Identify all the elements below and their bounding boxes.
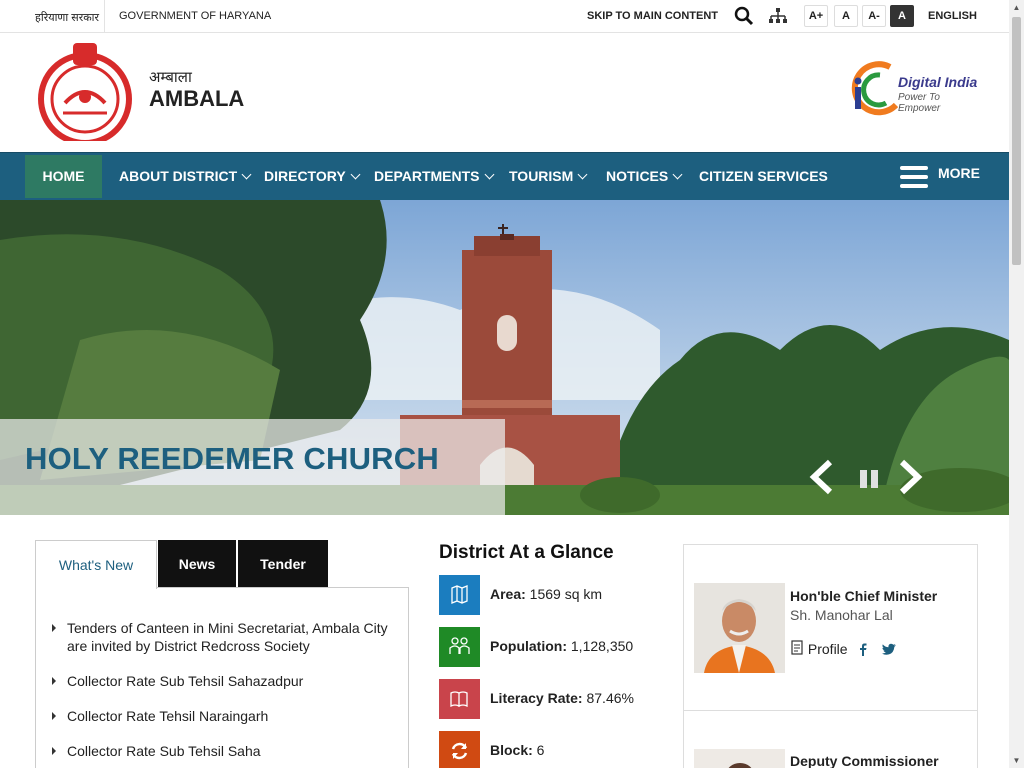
search-icon[interactable] <box>734 6 754 26</box>
tab-whats-new[interactable]: What's New <box>35 540 157 589</box>
officials-card: Hon'ble Chief Minister Sh. Manohar Lal P… <box>683 544 978 768</box>
scroll-down-icon[interactable]: ▼ <box>1009 753 1024 768</box>
dc-title: Deputy Commissioner <box>790 753 939 768</box>
list-item[interactable]: Collector Rate Tehsil Naraingarh <box>52 707 397 725</box>
caret-right-icon <box>52 624 56 632</box>
font-normal-button[interactable]: A <box>834 5 858 27</box>
news-tabs: What's New News Tender Tenders of Cantee… <box>35 540 409 768</box>
nav-tourism[interactable]: TOURISM <box>509 153 588 200</box>
language-selector[interactable]: ENGLISH <box>928 10 977 22</box>
nav-label: DEPARTMENTS <box>374 168 480 184</box>
stat-label: Block: <box>490 742 533 758</box>
caret-right-icon <box>52 747 56 755</box>
deputy-commissioner-photo <box>694 749 785 768</box>
chevron-down-icon <box>484 169 494 180</box>
stat-value: 87.46% <box>582 690 634 706</box>
slide-title: HOLY REEDEMER CHURCH <box>25 441 439 476</box>
list-item[interactable]: Collector Rate Sub Tehsil Sahazadpur <box>52 672 397 690</box>
stat-literacy: Literacy Rate: 87.46% <box>439 679 669 719</box>
profile-row: Profile <box>790 640 897 657</box>
facebook-icon[interactable] <box>857 642 869 656</box>
divider <box>684 710 977 711</box>
stat-block: Block: 6 <box>439 731 669 768</box>
glance-title: District At a Glance <box>439 542 614 563</box>
gov-haryana-link[interactable]: GOVERNMENT OF HARYANA <box>119 10 271 22</box>
list-item[interactable]: Collector Rate Sub Tehsil Saha <box>52 742 397 760</box>
font-decrease-button[interactable]: A- <box>862 5 886 27</box>
stat-value: 6 <box>532 742 545 758</box>
tab-news[interactable]: News <box>158 540 236 588</box>
news-link[interactable]: Collector Rate Tehsil Naraingarh <box>67 708 268 724</box>
district-name: AMBALA <box>149 86 245 111</box>
tab-tender[interactable]: Tender <box>238 540 328 588</box>
stat-value: 1,128,350 <box>567 638 634 654</box>
stat-population: Population: 1,128,350 <box>439 627 669 667</box>
divider <box>104 0 105 32</box>
digital-india-tagline: Power To Empower <box>898 92 941 114</box>
chief-minister-photo <box>694 583 785 673</box>
stat-area: Area: 1569 sq km <box>439 575 669 615</box>
hero-slider[interactable]: HOLY REEDEMER CHURCH <box>0 200 1009 515</box>
scroll-up-icon[interactable]: ▲ <box>1009 0 1024 15</box>
refresh-icon <box>439 731 480 768</box>
chevron-down-icon <box>577 169 588 180</box>
main-navigation: HOME ABOUT DISTRICT DIRECTORY DEPARTMENT… <box>0 152 1009 200</box>
news-link[interactable]: Tenders of Canteen in Mini Secretariat, … <box>67 620 388 654</box>
digital-india-logo[interactable]: Digital India Power To Empower <box>850 61 980 116</box>
nav-label: NOTICES <box>606 168 669 184</box>
stat-label: Area: <box>490 586 526 602</box>
book-icon <box>439 679 480 719</box>
page: हरियाणा सरकार GOVERNMENT OF HARYANA SKIP… <box>0 0 1009 768</box>
chevron-down-icon <box>350 169 361 180</box>
hamburger-icon <box>900 166 928 188</box>
nav-label: TOURISM <box>509 168 574 184</box>
nav-citizen-services[interactable]: CITIZEN SERVICES <box>699 153 828 200</box>
news-link[interactable]: Collector Rate Sub Tehsil Saha <box>67 743 261 759</box>
nav-directory[interactable]: DIRECTORY <box>264 153 361 200</box>
high-contrast-button[interactable]: A <box>890 5 914 27</box>
slide-caption: HOLY REEDEMER CHURCH <box>0 419 505 515</box>
site-header: अम्बाला AMBALA Digital India Power To Em… <box>0 33 1009 152</box>
haryana-emblem-logo[interactable] <box>35 41 135 146</box>
nav-label: ABOUT DISTRICT <box>119 168 238 184</box>
sitemap-icon[interactable] <box>768 6 788 26</box>
profile-link[interactable]: Profile <box>808 641 848 657</box>
nav-about-district[interactable]: ABOUT DISTRICT <box>119 153 252 200</box>
people-icon <box>439 627 480 667</box>
tab-panel: Tenders of Canteen in Mini Secretariat, … <box>35 587 409 768</box>
scroll-thumb[interactable] <box>1012 17 1021 265</box>
font-increase-button[interactable]: A+ <box>804 5 828 27</box>
cm-title: Hon'ble Chief Minister <box>790 588 938 604</box>
chevron-down-icon <box>241 169 252 180</box>
top-bar: हरियाणा सरकार GOVERNMENT OF HARYANA SKIP… <box>0 0 1009 33</box>
stat-value: 1569 sq km <box>525 586 603 602</box>
digital-india-text: Digital India <box>898 74 978 90</box>
map-icon <box>439 575 480 615</box>
nav-label: DIRECTORY <box>264 168 346 184</box>
nav-more-label: MORE <box>938 165 980 181</box>
twitter-icon[interactable] <box>881 642 897 656</box>
caret-right-icon <box>52 712 56 720</box>
caret-right-icon <box>52 677 56 685</box>
nav-home[interactable]: HOME <box>25 155 102 198</box>
vertical-scrollbar[interactable]: ▲ ▼ <box>1009 0 1024 768</box>
list-item[interactable]: Tenders of Canteen in Mini Secretariat, … <box>52 619 397 655</box>
cm-name: Sh. Manohar Lal <box>790 607 893 623</box>
document-icon <box>791 640 803 655</box>
skip-to-main-link[interactable]: SKIP TO MAIN CONTENT <box>587 10 718 22</box>
hindi-gov-link[interactable]: हरियाणा सरकार <box>35 10 99 25</box>
nav-departments[interactable]: DEPARTMENTS <box>374 153 494 200</box>
nav-notices[interactable]: NOTICES <box>606 153 683 200</box>
stat-label: Population: <box>490 638 567 654</box>
news-link[interactable]: Collector Rate Sub Tehsil Sahazadpur <box>67 673 303 689</box>
stat-label: Literacy Rate: <box>490 690 583 706</box>
chevron-down-icon <box>672 169 683 180</box>
district-name-hindi: अम्बाला <box>149 68 192 86</box>
